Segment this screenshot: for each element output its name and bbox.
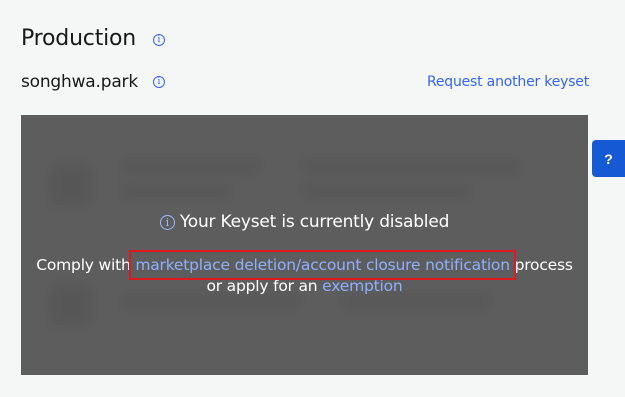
disabled-overlay: i Your Keyset is currently disabled Compl…	[21, 115, 588, 375]
keyset-username: songhwa.park	[21, 72, 138, 92]
disabled-message-title: i Your Keyset is currently disabled	[21, 212, 588, 232]
message-line-2: or apply for an exemption	[21, 276, 588, 297]
environment-title: Production	[21, 26, 137, 51]
disabled-title-text: Your Keyset is currently disabled	[179, 212, 450, 232]
message-middle: process	[514, 256, 573, 274]
info-icon: i	[159, 215, 175, 230]
info-icon[interactable]: i	[153, 34, 165, 46]
exemption-link[interactable]: exemption	[322, 277, 403, 295]
message-apply: or apply for an	[206, 277, 318, 295]
info-icon[interactable]: i	[153, 76, 165, 88]
marketplace-deletion-notification-link[interactable]: marketplace deletion/account closure not…	[129, 250, 516, 280]
disabled-message: Comply with marketplace deletion/account…	[21, 250, 588, 297]
message-line-1: Comply with marketplace deletion/account…	[21, 250, 588, 280]
help-button[interactable]: ?	[592, 140, 625, 177]
request-another-keyset-link[interactable]: Request another keyset	[427, 74, 589, 90]
message-prefix: Comply with	[36, 256, 131, 274]
keyset-panel: i Your Keyset is currently disabled Compl…	[21, 115, 588, 375]
